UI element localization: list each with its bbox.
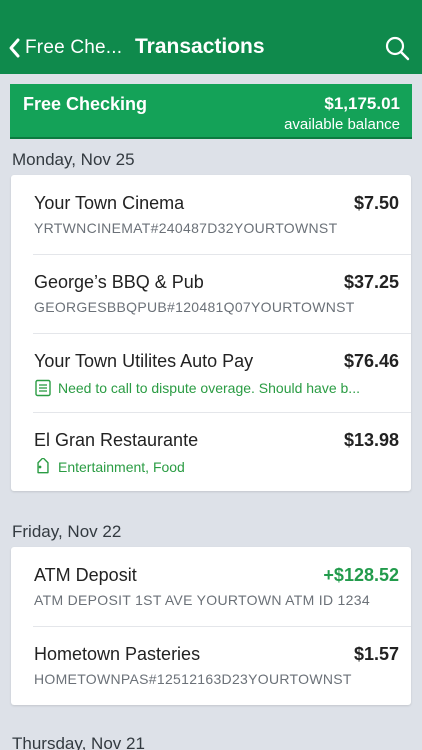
transaction-name: George’s BBQ & Pub	[34, 272, 204, 292]
chevron-left-icon	[9, 38, 20, 58]
transaction-name: ATM Deposit	[34, 565, 137, 585]
transaction-amount: $37.25	[343, 272, 399, 292]
transaction-note: Need to call to dispute overage. Should …	[34, 379, 360, 397]
transaction-row[interactable]: Hometown Pasteries $1.57 HOMETOWNPAS#125…	[11, 626, 411, 705]
back-button[interactable]: Free Che...	[8, 34, 122, 62]
transaction-tags-text: Entertainment, Food	[58, 459, 185, 475]
account-summary[interactable]: Free Checking $1,175.01 available balanc…	[10, 84, 412, 139]
transaction-amount: $7.50	[353, 193, 399, 213]
day-header-monday: Monday, Nov 25	[12, 150, 135, 169]
transaction-row[interactable]: ATM Deposit +$128.52 ATM DEPOSIT 1ST AVE…	[11, 547, 411, 626]
transaction-row[interactable]: George’s BBQ & Pub $37.25 GEORGESBBQPUB#…	[11, 254, 411, 333]
transaction-detail: ATM DEPOSIT 1ST AVE YOURTOWN ATM ID 1234	[34, 592, 370, 608]
search-icon[interactable]	[384, 35, 410, 61]
transaction-name: Your Town Cinema	[34, 193, 185, 213]
transaction-amount: $76.46	[343, 351, 399, 371]
day-header-friday: Friday, Nov 22	[12, 522, 122, 541]
transaction-group-friday: ATM Deposit +$128.52 ATM DEPOSIT 1ST AVE…	[11, 547, 411, 705]
day-header-thursday: Thursday, Nov 21	[12, 734, 145, 750]
tag-icon	[37, 458, 49, 474]
transaction-amount: $13.98	[343, 430, 399, 450]
transaction-tags: Entertainment, Food	[34, 458, 185, 476]
transaction-row[interactable]: Your Town Utilites Auto Pay $76.46 Need …	[11, 333, 411, 412]
account-balance: $1,175.01	[324, 94, 400, 113]
transaction-amount: +$128.52	[323, 565, 399, 585]
page-title: Transactions	[135, 35, 265, 58]
transaction-name: Hometown Pasteries	[34, 644, 201, 664]
transaction-detail: GEORGESBBQPUB#120481Q07YOURTOWNST	[34, 299, 355, 315]
transaction-detail: HOMETOWNPAS#12512163D23YOURTOWNST	[34, 671, 352, 687]
account-balance-label: available balance	[284, 116, 400, 133]
transaction-group-monday: Your Town Cinema $7.50 YRTWNCINEMAT#2404…	[11, 175, 411, 491]
navigation-bar: Free Che... Transactions	[0, 0, 422, 74]
account-name: Free Checking	[23, 94, 148, 114]
transaction-row[interactable]: Your Town Cinema $7.50 YRTWNCINEMAT#2404…	[11, 175, 411, 254]
back-button-label: Free Che...	[25, 37, 123, 58]
note-icon	[35, 379, 51, 397]
transaction-name: El Gran Restaurante	[34, 430, 199, 450]
transaction-note-text: Need to call to dispute overage. Should …	[58, 380, 360, 396]
transaction-detail: YRTWNCINEMAT#240487D32YOURTOWNST	[34, 220, 338, 236]
transaction-name: Your Town Utilites Auto Pay	[34, 351, 254, 371]
transaction-row[interactable]: El Gran Restaurante $13.98 Entertainment…	[11, 412, 411, 491]
transaction-amount: $1.57	[353, 644, 399, 664]
